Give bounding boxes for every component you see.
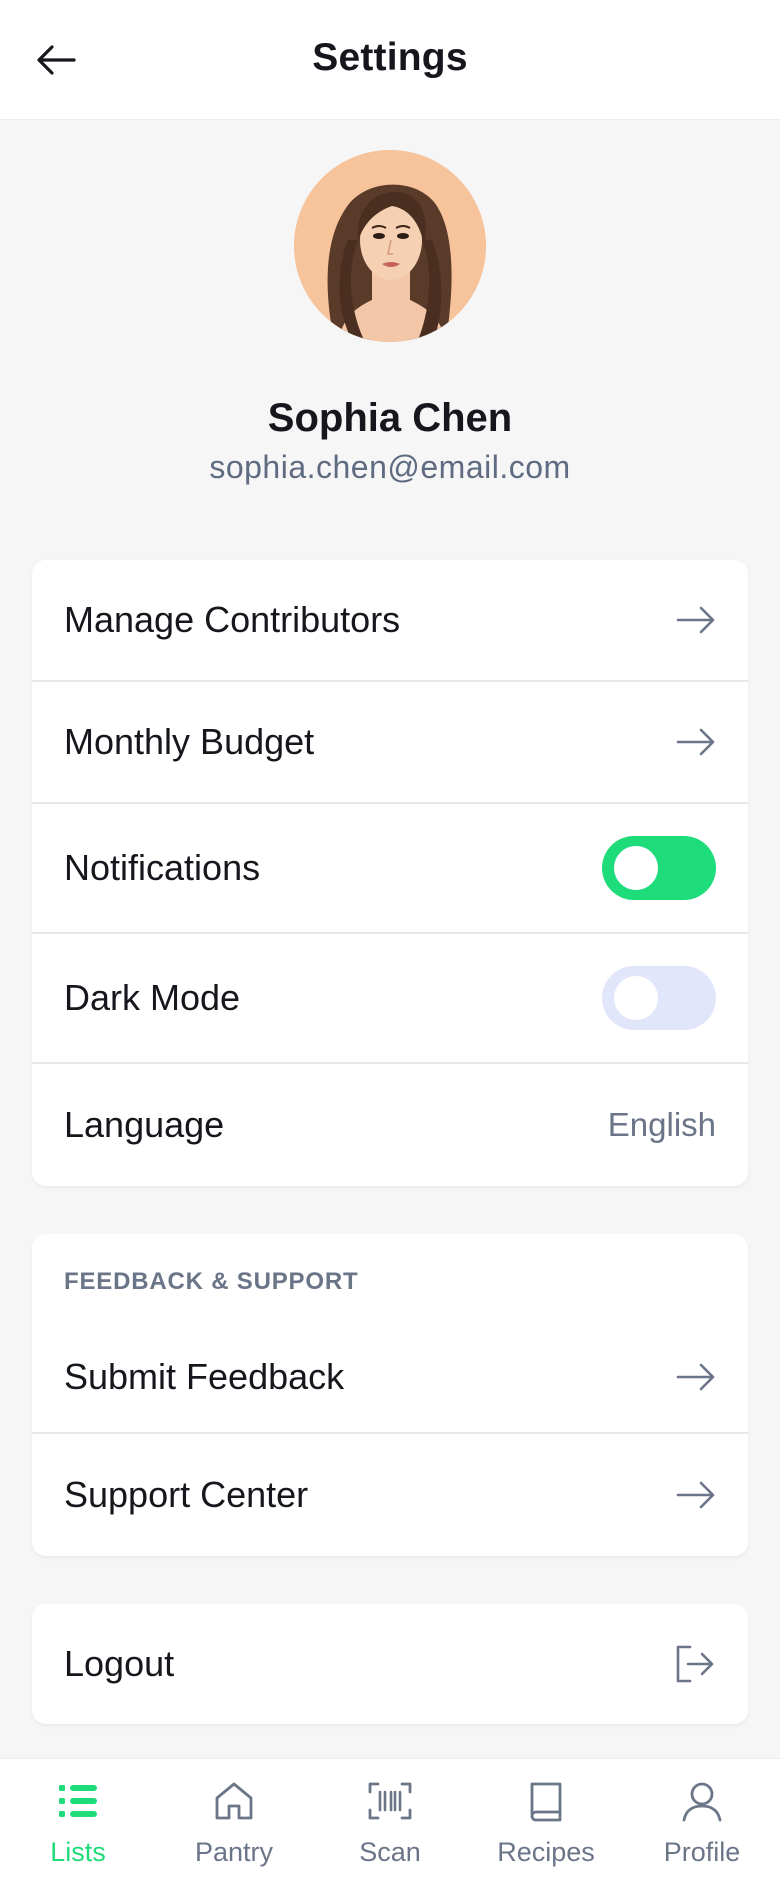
nav-label: Scan: [359, 1837, 421, 1867]
list-icon: [54, 1777, 102, 1825]
arrow-right-icon: [672, 1475, 716, 1515]
nav-profile[interactable]: Profile: [624, 1759, 780, 1880]
user-email: sophia.chen@email.com: [209, 449, 571, 485]
book-icon: [522, 1777, 570, 1825]
row-label: Submit Feedback: [64, 1356, 345, 1397]
nav-pantry[interactable]: Pantry: [156, 1759, 312, 1880]
avatar-illustration: [294, 150, 486, 342]
language-row[interactable]: Language English: [32, 1064, 748, 1186]
barcode-scan-icon: [366, 1777, 414, 1825]
nav-label: Recipes: [497, 1837, 595, 1867]
user-icon: [678, 1777, 726, 1825]
dark-mode-toggle[interactable]: [602, 966, 716, 1030]
dark-mode-row: Dark Mode: [32, 934, 748, 1064]
notifications-row: Notifications: [32, 804, 748, 934]
arrow-right-icon: [672, 600, 716, 640]
nav-label: Lists: [50, 1837, 106, 1867]
arrow-right-icon: [672, 722, 716, 762]
bottom-nav: Lists Pantry Scan Recipes Profile: [0, 1758, 780, 1880]
user-name: Sophia Chen: [267, 396, 513, 440]
row-label: Monthly Budget: [64, 721, 315, 762]
section-title: FEEDBACK & SUPPORT: [64, 1268, 359, 1295]
logout-card: Logout: [32, 1604, 748, 1724]
row-label: Notifications: [64, 847, 261, 888]
row-label: Language: [64, 1104, 225, 1145]
row-label: Dark Mode: [64, 977, 241, 1018]
nav-scan[interactable]: Scan: [312, 1759, 468, 1880]
support-center-row[interactable]: Support Center: [32, 1434, 748, 1556]
profile-section: Sophia Chen sophia.chen@email.com: [0, 150, 780, 486]
app-header: Settings: [0, 0, 780, 120]
page-title: Settings: [312, 36, 468, 79]
nav-recipes[interactable]: Recipes: [468, 1759, 624, 1880]
home-icon: [210, 1777, 258, 1825]
arrow-right-icon: [672, 1357, 716, 1397]
avatar[interactable]: [294, 150, 486, 342]
nav-label: Profile: [663, 1837, 741, 1867]
nav-label: Pantry: [194, 1837, 274, 1867]
monthly-budget-row[interactable]: Monthly Budget: [32, 682, 748, 804]
nav-lists[interactable]: Lists: [0, 1759, 156, 1880]
submit-feedback-row[interactable]: Submit Feedback: [32, 1322, 748, 1434]
logout-button[interactable]: Logout: [32, 1604, 748, 1724]
logout-label: Logout: [64, 1643, 175, 1684]
notifications-toggle[interactable]: [602, 836, 716, 900]
language-value: English: [607, 1106, 716, 1143]
support-card: FEEDBACK & SUPPORT Submit Feedback Suppo…: [32, 1234, 748, 1556]
toggle-knob: [614, 976, 658, 1020]
manage-contributors-row[interactable]: Manage Contributors: [32, 560, 748, 682]
settings-card: Manage Contributors Monthly Budget Notif…: [32, 560, 748, 1186]
row-label: Support Center: [64, 1474, 309, 1515]
logout-icon: [672, 1644, 716, 1684]
toggle-knob: [614, 846, 658, 890]
row-label: Manage Contributors: [64, 599, 401, 640]
